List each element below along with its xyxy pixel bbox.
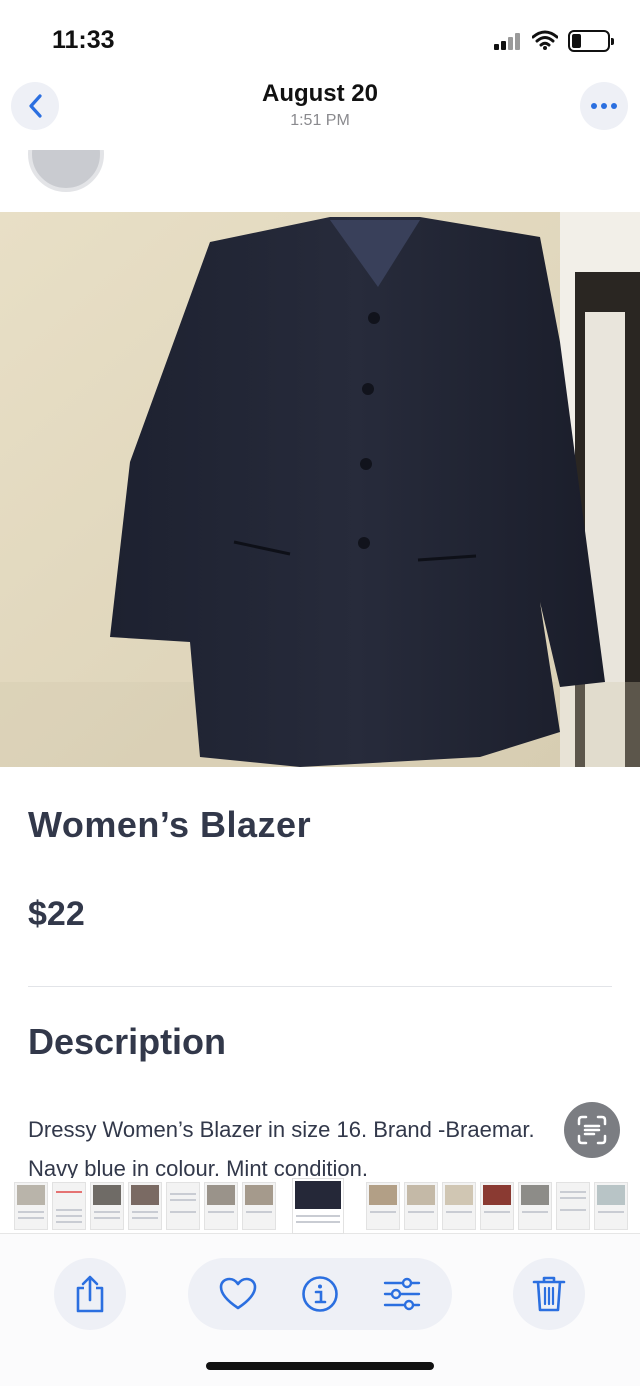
share-button[interactable] (54, 1258, 126, 1330)
thumbnail[interactable] (128, 1182, 162, 1230)
nav-subtitle: 1:51 PM (290, 112, 350, 129)
ellipsis-icon (591, 103, 617, 109)
thumbnail[interactable] (442, 1182, 476, 1230)
thumbnail[interactable] (594, 1182, 628, 1230)
thumbnail-current[interactable] (292, 1178, 344, 1234)
thumbnail[interactable] (52, 1182, 86, 1230)
description-heading: Description (28, 1021, 227, 1062)
nav-title: August 20 (261, 80, 378, 107)
thumbnail[interactable] (90, 1182, 124, 1230)
status-time: 11:33 (52, 26, 115, 54)
favorite-button[interactable] (214, 1270, 262, 1318)
live-text-icon (577, 1115, 607, 1145)
thumbnail[interactable] (366, 1182, 400, 1230)
adjust-button[interactable] (378, 1270, 426, 1318)
signal-icon (494, 32, 524, 50)
thumbnail[interactable] (166, 1182, 200, 1230)
share-icon (76, 1275, 104, 1313)
nav-header: August 20 1:51 PM (0, 70, 640, 150)
delete-button[interactable] (513, 1258, 585, 1330)
action-pill (188, 1258, 452, 1330)
info-icon (302, 1276, 338, 1312)
listing-price: $22 (28, 895, 85, 933)
status-bar: 11:33 (0, 0, 640, 80)
description-text: Dressy Women’s Blazer in size 16. Brand … (28, 1110, 588, 1188)
thumbnail[interactable] (404, 1182, 438, 1230)
seller-header-partial (0, 150, 640, 212)
trash-icon (532, 1276, 566, 1312)
home-indicator (206, 1362, 434, 1370)
divider (28, 986, 612, 987)
product-photo[interactable] (0, 212, 640, 767)
adjust-icon (383, 1277, 421, 1311)
thumbnail[interactable] (518, 1182, 552, 1230)
avatar (28, 150, 104, 192)
battery-icon (568, 30, 614, 52)
thumbnail[interactable] (204, 1182, 238, 1230)
more-button[interactable] (580, 82, 628, 130)
live-text-button[interactable] (564, 1102, 620, 1158)
thumbnail[interactable] (242, 1182, 276, 1230)
heart-icon (219, 1277, 257, 1310)
description-line: Dressy Women’s Blazer in size 16. Brand … (28, 1117, 535, 1142)
info-button[interactable] (296, 1270, 344, 1318)
wifi-icon (532, 30, 558, 50)
thumbnail[interactable] (480, 1182, 514, 1230)
listing-title: Women’s Blazer (28, 804, 312, 845)
thumbnail[interactable] (14, 1182, 48, 1230)
thumbnail[interactable] (556, 1182, 590, 1230)
thumbnail-strip[interactable] (0, 1178, 640, 1234)
